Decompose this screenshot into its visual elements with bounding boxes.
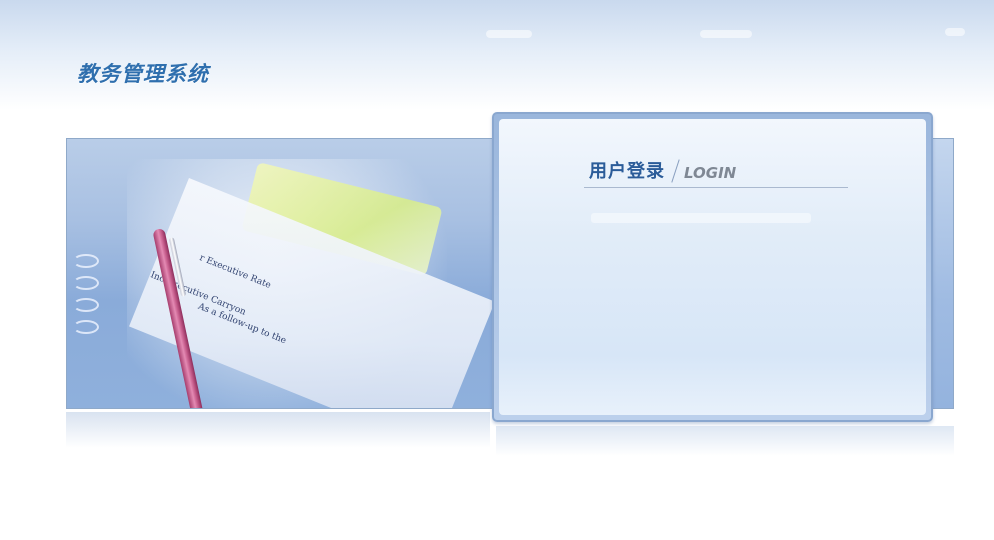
banner-highlight	[486, 30, 532, 38]
banner-highlight	[700, 30, 752, 38]
login-card-inner: 用户登录 LOGIN	[499, 119, 926, 415]
top-banner	[0, 0, 994, 110]
binder-ring	[73, 298, 99, 312]
heading-separator	[671, 159, 680, 183]
app-title: 教务管理系统	[77, 62, 209, 86]
login-subtitle: LOGIN	[684, 164, 737, 182]
binder-ring	[73, 320, 99, 334]
banner-highlight	[945, 28, 965, 36]
banner-photo: r Executive Rate Inc Executive Carryon A…	[66, 138, 498, 409]
photo-binder-rings	[69, 254, 103, 404]
login-card: 用户登录 LOGIN	[492, 112, 933, 422]
binder-ring	[73, 276, 99, 290]
photo-reflection	[66, 412, 490, 448]
login-divider	[584, 187, 848, 188]
card-reflection	[496, 426, 954, 456]
binder-ring	[73, 254, 99, 268]
login-title: 用户登录	[589, 161, 665, 182]
login-heading: 用户登录 LOGIN	[589, 157, 736, 183]
login-form-placeholder	[591, 213, 811, 223]
